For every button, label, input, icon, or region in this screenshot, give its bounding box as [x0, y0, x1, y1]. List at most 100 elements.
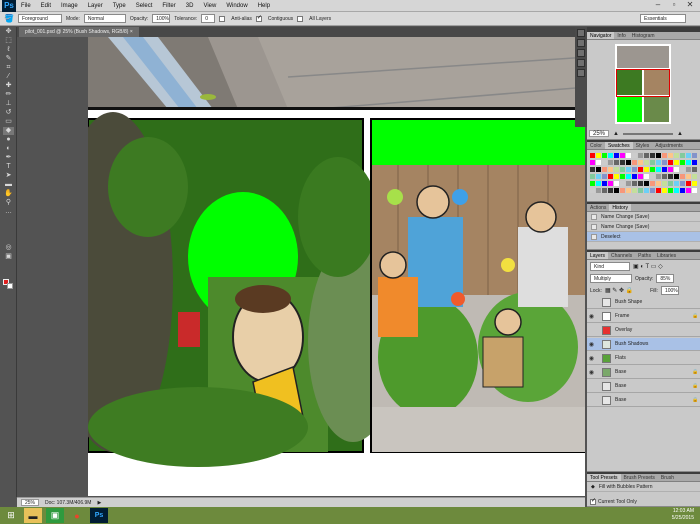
maximize-icon[interactable]: ▫: [666, 0, 682, 9]
color-swatch[interactable]: [590, 167, 595, 172]
color-swatch[interactable]: [644, 160, 649, 165]
canvas-area[interactable]: [17, 37, 585, 496]
photoshop-taskbar-icon[interactable]: Ps: [90, 508, 108, 523]
healing-brush-tool-icon[interactable]: ✚: [3, 82, 14, 90]
zoom-out-icon[interactable]: ▲: [613, 131, 619, 137]
menu-type[interactable]: Type: [108, 3, 131, 9]
color-swatch[interactable]: [662, 188, 667, 193]
mode-select[interactable]: Normal: [83, 14, 126, 23]
layer-row[interactable]: Bush Shape: [587, 296, 700, 309]
swatch-grid[interactable]: [587, 150, 700, 200]
color-swatch[interactable]: [590, 174, 595, 179]
color-swatch[interactable]: [662, 174, 667, 179]
color-swatch[interactable]: [614, 188, 619, 193]
color-swatch[interactable]: [632, 160, 637, 165]
color-swatch[interactable]: [596, 167, 601, 172]
color-swatch[interactable]: [674, 167, 679, 172]
visibility-eye-icon[interactable]: ◉: [587, 355, 596, 362]
color-swatch[interactable]: [638, 188, 643, 193]
system-clock[interactable]: 12:03 AM 5/25/2015: [672, 508, 694, 522]
type-tool-icon[interactable]: T: [3, 163, 14, 171]
color-swatch[interactable]: [638, 167, 643, 172]
all-layers-checkbox[interactable]: [297, 15, 304, 22]
color-swatch[interactable]: [644, 188, 649, 193]
menu-layer[interactable]: Layer: [83, 3, 108, 9]
color-swatch[interactable]: [638, 181, 643, 186]
color-swatch[interactable]: [686, 188, 691, 193]
color-swatch[interactable]: [656, 167, 661, 172]
color-swatch[interactable]: [608, 167, 613, 172]
navigator-preview[interactable]: [615, 44, 671, 124]
screen-mode-icon[interactable]: ▣: [3, 253, 14, 261]
tab-channels[interactable]: Channels: [608, 252, 635, 259]
clone-stamp-tool-icon[interactable]: ⊥: [3, 100, 14, 108]
color-swatch[interactable]: [680, 167, 685, 172]
background-color-swatch[interactable]: [7, 283, 13, 289]
color-swatch[interactable]: [620, 160, 625, 165]
layer-row[interactable]: Base 🔒: [587, 394, 700, 407]
color-swatch[interactable]: [656, 188, 661, 193]
tab-adjustments[interactable]: Adjustments: [652, 142, 686, 149]
layer-row[interactable]: Overlay: [587, 324, 700, 337]
color-swatch[interactable]: [674, 153, 679, 158]
color-swatch[interactable]: [668, 188, 673, 193]
layer-filter-kind-select[interactable]: Kind: [590, 262, 630, 271]
file-explorer-icon[interactable]: ▬: [24, 508, 42, 523]
paint-bucket-tool-icon[interactable]: 🪣: [4, 14, 14, 23]
color-swatch[interactable]: [596, 153, 601, 158]
fill-source-select[interactable]: Foreground: [17, 14, 62, 23]
lasso-tool-icon[interactable]: ℓ: [3, 46, 14, 54]
color-swatch[interactable]: [686, 153, 691, 158]
color-swatch[interactable]: [650, 153, 655, 158]
panel-icon[interactable]: [577, 69, 585, 77]
color-swatch[interactable]: [602, 188, 607, 193]
color-swatch[interactable]: [644, 167, 649, 172]
color-swatch[interactable]: [674, 181, 679, 186]
color-swatch[interactable]: [680, 181, 685, 186]
brush-tool-icon[interactable]: ✏: [3, 91, 14, 99]
menu-3d[interactable]: 3D: [181, 3, 199, 9]
color-swatch[interactable]: [608, 181, 613, 186]
zoom-level-field[interactable]: 25%: [21, 499, 40, 506]
menu-help[interactable]: Help: [253, 3, 275, 9]
navigator-zoom-slider[interactable]: [622, 132, 673, 135]
color-swatch[interactable]: [656, 174, 661, 179]
navigator-view-box[interactable]: [616, 69, 670, 97]
color-swatch[interactable]: [656, 181, 661, 186]
color-swatch[interactable]: [644, 174, 649, 179]
navigator-zoom-field[interactable]: 25%: [589, 130, 610, 137]
zoom-in-icon[interactable]: ▲: [677, 131, 683, 137]
color-swatch[interactable]: [644, 181, 649, 186]
color-swatch[interactable]: [662, 167, 667, 172]
tab-histogram[interactable]: Histogram: [629, 32, 658, 39]
color-swatch[interactable]: [692, 160, 697, 165]
more-tools-icon[interactable]: …: [3, 208, 14, 216]
color-swatch[interactable]: [626, 188, 631, 193]
menu-edit[interactable]: Edit: [36, 3, 56, 9]
filter-icons[interactable]: ▣ ◐ T ▭ ◇: [633, 263, 663, 270]
path-select-tool-icon[interactable]: ➤: [3, 172, 14, 180]
color-swatch[interactable]: [644, 153, 649, 158]
tab-tool-presets[interactable]: Tool Presets: [587, 474, 621, 481]
color-swatch[interactable]: [626, 181, 631, 186]
color-swatch[interactable]: [614, 167, 619, 172]
workspace-select[interactable]: Essentials: [640, 14, 686, 23]
color-swatch[interactable]: [608, 153, 613, 158]
tab-swatches[interactable]: Swatches: [604, 142, 633, 149]
color-swatch[interactable]: [680, 153, 685, 158]
color-swatch[interactable]: [680, 160, 685, 165]
layer-row[interactable]: Base 🔒: [587, 380, 700, 393]
color-swatch[interactable]: [608, 174, 613, 179]
color-swatch[interactable]: [626, 174, 631, 179]
eyedropper-tool-icon[interactable]: ⁄: [3, 73, 14, 81]
menu-filter[interactable]: Filter: [157, 3, 180, 9]
color-swatch[interactable]: [602, 181, 607, 186]
tab-styles[interactable]: Styles: [633, 142, 653, 149]
status-arrow-icon[interactable]: ▶: [97, 500, 101, 506]
color-swatch[interactable]: [602, 174, 607, 179]
tolerance-field[interactable]: 0: [201, 14, 216, 23]
move-tool-icon[interactable]: ✥: [3, 28, 14, 36]
marquee-tool-icon[interactable]: ⬚: [3, 37, 14, 45]
tab-history[interactable]: History: [609, 204, 631, 211]
tab-info[interactable]: Info: [614, 32, 628, 39]
